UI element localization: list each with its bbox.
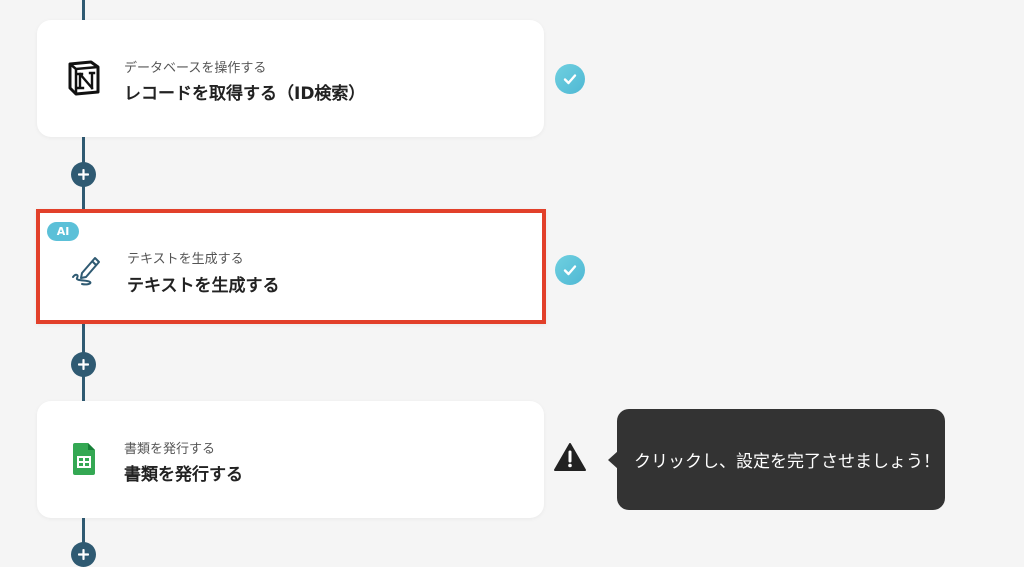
completed-check-icon — [555, 255, 585, 285]
step-subtitle: テキストを生成する — [127, 252, 244, 267]
plus-icon — [78, 359, 89, 370]
step-card-generate-text[interactable]: AI テキストを生成する テキストを生成する — [36, 209, 546, 324]
setup-hint-tooltip: クリックし、設定を完了させましょう！ — [617, 409, 945, 510]
google-sheets-icon — [67, 441, 101, 477]
ai-badge: AI — [47, 222, 79, 241]
step-card-notion-get-record[interactable]: データベースを操作する レコードを取得する（ID検索） — [37, 20, 544, 137]
step-subtitle: 書類を発行する — [124, 442, 216, 457]
plus-icon — [78, 169, 89, 180]
step-card-issue-document[interactable]: 書類を発行する 書類を発行する — [37, 401, 544, 518]
warning-icon — [553, 442, 587, 472]
step-title: 書類を発行する — [124, 465, 243, 485]
plus-icon — [78, 549, 89, 560]
add-step-button[interactable] — [71, 542, 96, 567]
step-title: テキストを生成する — [127, 276, 280, 296]
pen-icon — [70, 251, 104, 287]
step-subtitle: データベースを操作する — [124, 61, 267, 76]
add-step-button[interactable] — [71, 162, 96, 187]
completed-check-icon — [555, 64, 585, 94]
tooltip-text: クリックし、設定を完了させましょう！ — [634, 452, 940, 472]
step-title: レコードを取得する（ID検索） — [124, 84, 366, 104]
notion-icon — [67, 60, 101, 96]
add-step-button[interactable] — [71, 352, 96, 377]
